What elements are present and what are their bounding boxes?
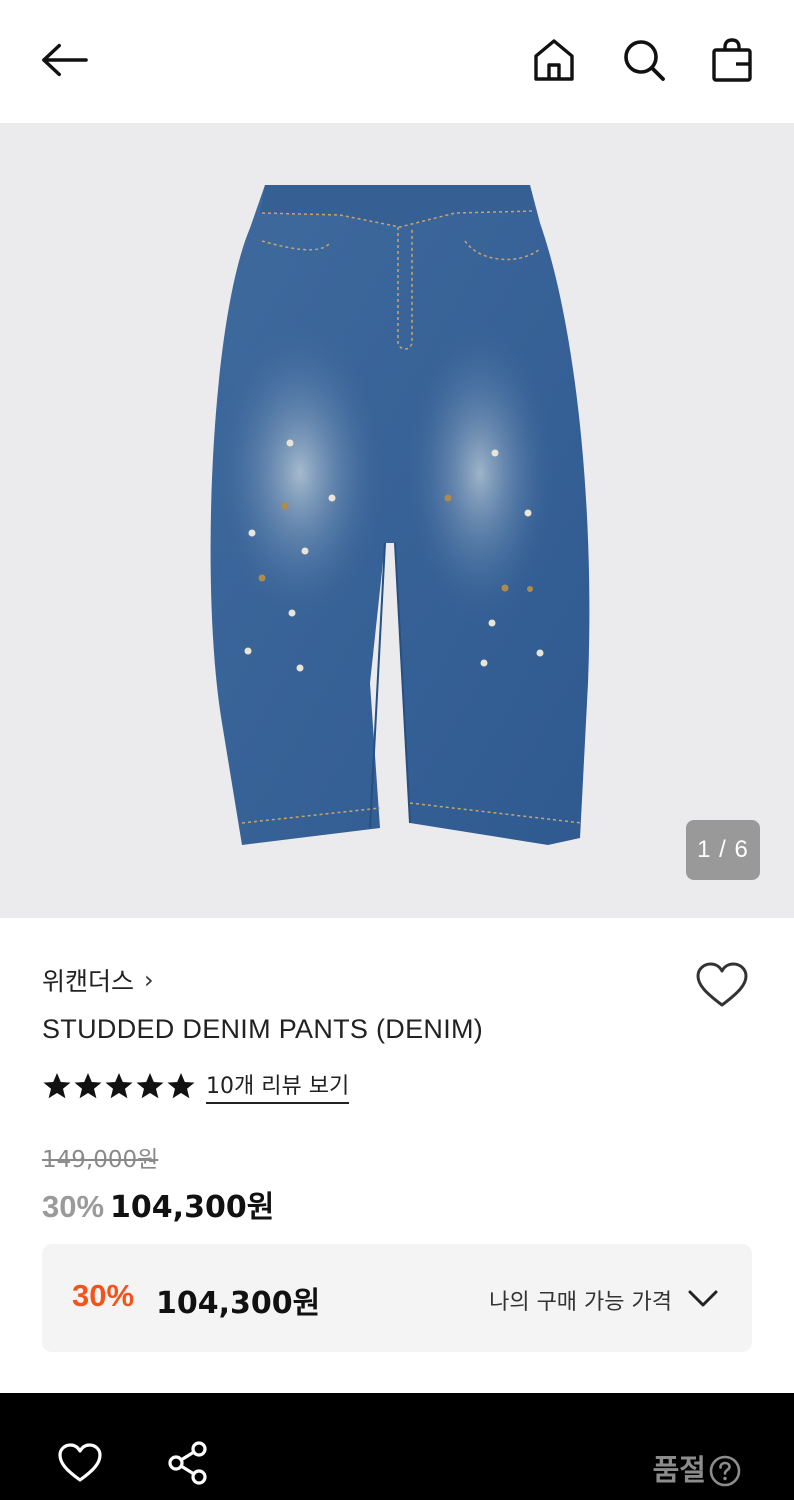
question-circle-icon[interactable] <box>708 1454 742 1488</box>
share-icon <box>168 1441 207 1485</box>
my-price-discount: 30% <box>72 1278 135 1313</box>
arrow-left-icon <box>42 43 88 77</box>
my-purchase-price-dropdown[interactable]: 30% 104,300원 나의 구매 가능 가격 <box>42 1244 752 1352</box>
view-reviews-link[interactable]: 10개 리뷰 보기 <box>206 1068 350 1104</box>
top-header <box>0 0 794 123</box>
denim-pants-photo <box>210 185 590 845</box>
product-image-gallery[interactable]: 1 / 6 <box>0 123 794 918</box>
bottom-wishlist-button[interactable] <box>56 1439 104 1487</box>
share-button[interactable] <box>164 1439 212 1487</box>
sale-price: 104,300원 <box>110 1190 275 1225</box>
chevron-right-icon: › <box>144 966 154 994</box>
star-icon <box>167 1073 195 1099</box>
heart-outline-icon <box>58 1443 102 1482</box>
chevron-down-icon <box>688 1290 718 1307</box>
wishlist-button[interactable] <box>694 958 750 1014</box>
heart-outline-icon <box>696 962 748 1007</box>
back-button[interactable] <box>40 36 88 84</box>
discount-percent: 30% <box>42 1189 105 1224</box>
rating-stars <box>42 1071 196 1101</box>
original-price: 149,000원 <box>42 1147 159 1173</box>
image-counter-badge: 1 / 6 <box>686 820 760 880</box>
search-button[interactable] <box>620 36 668 84</box>
home-icon <box>534 39 574 81</box>
star-icon <box>105 1073 133 1099</box>
my-price-amount: 104,300원 <box>156 1286 321 1321</box>
sale-price-row: 30% 104,300원 <box>42 1182 274 1226</box>
brand-name: 위캔더스 <box>42 967 135 996</box>
bottom-action-bar: 품절 <box>0 1393 794 1500</box>
home-button[interactable] <box>530 36 578 84</box>
my-price-label: 나의 구매 가능 가격 <box>489 1290 672 1315</box>
cart-button[interactable] <box>708 36 756 84</box>
rating-row: 10개 리뷰 보기 <box>42 1068 350 1104</box>
star-icon <box>43 1073 71 1099</box>
star-icon <box>74 1073 102 1099</box>
search-icon <box>624 40 665 81</box>
star-icon <box>136 1073 164 1099</box>
shopping-bag-icon <box>712 38 752 82</box>
sold-out-status: 품절 <box>652 1453 706 1487</box>
brand-link[interactable]: 위캔더스 › <box>42 962 154 998</box>
product-title: STUDDED DENIM PANTS (DENIM) <box>42 1014 484 1044</box>
